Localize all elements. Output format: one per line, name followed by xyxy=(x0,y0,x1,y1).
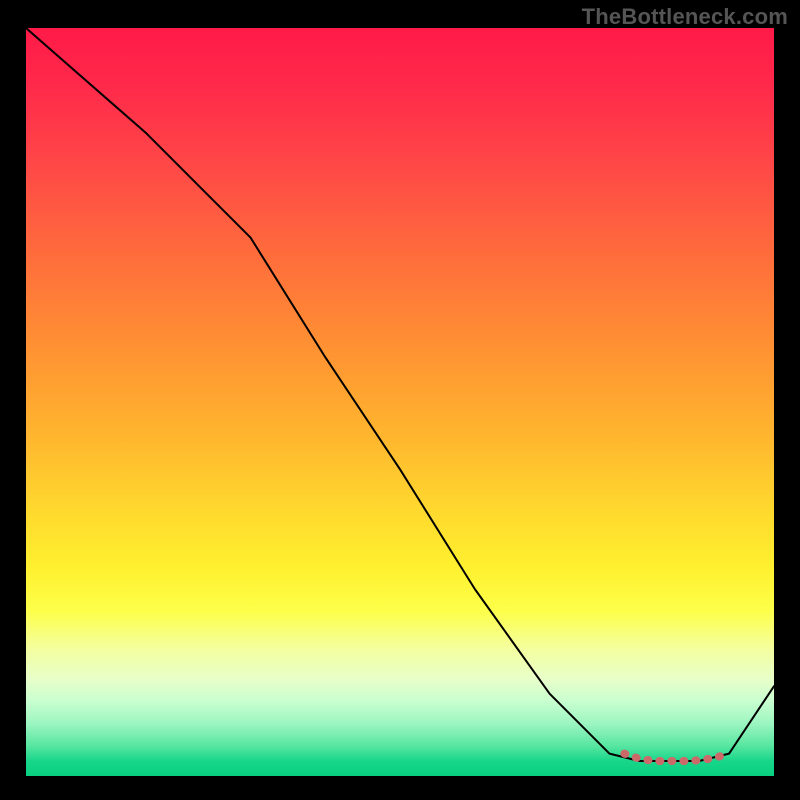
plot-area xyxy=(26,28,774,776)
watermark-text: TheBottleneck.com xyxy=(582,4,788,30)
chart-overlay xyxy=(26,28,774,776)
main-curve-path xyxy=(26,28,774,761)
chart-stage: TheBottleneck.com xyxy=(0,0,800,800)
